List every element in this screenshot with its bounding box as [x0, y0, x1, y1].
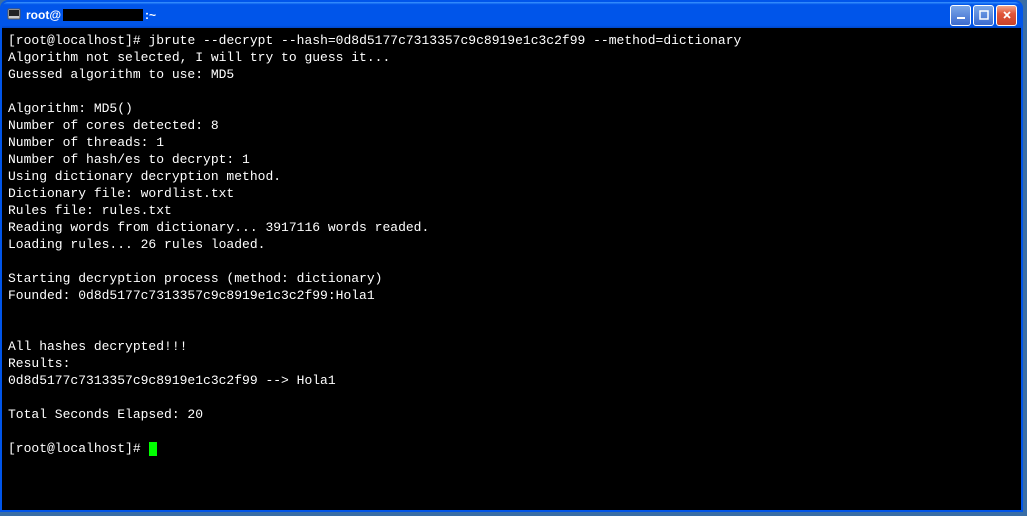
close-button[interactable]: [996, 5, 1017, 26]
titlebar[interactable]: root@ :~: [2, 2, 1021, 28]
prompt: [root@localhost]#: [8, 33, 148, 48]
terminal-window: root@ :~ [root@localhost]# jbrute --decry…: [0, 0, 1023, 512]
prompt: [root@localhost]#: [8, 441, 148, 456]
terminal-body[interactable]: [root@localhost]# jbrute --decrypt --has…: [2, 28, 1021, 510]
title-prefix: root@: [26, 8, 61, 22]
title-suffix: :~: [145, 8, 156, 22]
maximize-button[interactable]: [973, 5, 994, 26]
window-title: root@ :~: [26, 8, 950, 22]
title-redacted: [63, 9, 143, 21]
output-lines: Algorithm not selected, I will try to gu…: [8, 50, 429, 422]
window-controls: [950, 5, 1017, 26]
command-text: jbrute --decrypt --hash=0d8d5177c7313357…: [148, 33, 741, 48]
minimize-button[interactable]: [950, 5, 971, 26]
cursor: [149, 442, 157, 456]
app-icon: [6, 7, 22, 23]
